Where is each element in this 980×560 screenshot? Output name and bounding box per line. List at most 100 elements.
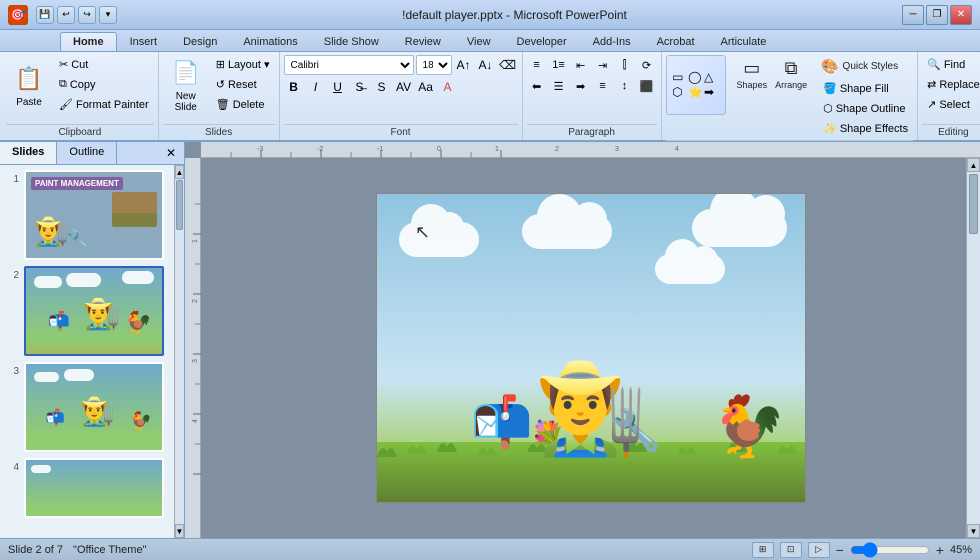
redo-btn[interactable]: ↪ bbox=[78, 6, 96, 24]
tab-acrobat[interactable]: Acrobat bbox=[644, 32, 708, 51]
tab-view[interactable]: View bbox=[454, 32, 504, 51]
bold-btn[interactable]: B bbox=[284, 77, 304, 97]
font-size-select[interactable]: 18 bbox=[416, 55, 452, 75]
vscroll-thumb[interactable] bbox=[969, 174, 978, 234]
shape-effects-button[interactable]: ✨Shape Effects bbox=[818, 119, 913, 138]
slide-num-2: 2 bbox=[5, 266, 19, 281]
customize-btn[interactable]: ▾ bbox=[99, 6, 117, 24]
undo-btn[interactable]: ↩ bbox=[57, 6, 75, 24]
new-slide-button[interactable]: 📄 New Slide bbox=[163, 55, 209, 115]
italic-btn[interactable]: I bbox=[306, 77, 326, 97]
clipboard-col: ✂Cut ⧉Copy 🖌Format Painter bbox=[54, 55, 154, 114]
tab-addins[interactable]: Add-Ins bbox=[580, 32, 644, 51]
scroll-thumb[interactable] bbox=[176, 180, 183, 230]
format-painter-button[interactable]: 🖌Format Painter bbox=[54, 95, 154, 114]
slide-thumb-4[interactable]: 4 bbox=[5, 458, 169, 518]
columns-btn[interactable]: ⫿ bbox=[615, 55, 635, 75]
quick-access-toolbar: 💾 ↩ ↪ ▾ bbox=[36, 6, 117, 24]
align-left-btn[interactable]: ⬅ bbox=[527, 76, 547, 96]
editing-col: 🔍 Find ⇄ Replace ↗ Select bbox=[922, 55, 980, 114]
underline-btn[interactable]: U bbox=[328, 77, 348, 97]
tab-slideshow[interactable]: Slide Show bbox=[311, 32, 392, 51]
tab-animations[interactable]: Animations bbox=[230, 32, 310, 51]
slide-preview-2[interactable]: 📬 👨‍🌾 🐓 bbox=[24, 266, 164, 356]
slide-thumb-1[interactable]: 1 PAINT MANAGEMENT 👨‍🌾 🔧 bbox=[5, 170, 169, 260]
status-right: ⊞ ⊡ ▷ − + 45% bbox=[752, 542, 972, 558]
scroll-down-btn[interactable]: ▼ bbox=[175, 524, 184, 538]
tab-insert[interactable]: Insert bbox=[117, 32, 171, 51]
slide-thumb-3[interactable]: 3 📬 👨‍🌾 🐓 bbox=[5, 362, 169, 452]
zoom-minus-btn[interactable]: − bbox=[836, 542, 844, 558]
arrange-button[interactable]: ⧉ Arrange bbox=[772, 55, 810, 93]
shape-fill-button[interactable]: 🪣Shape Fill bbox=[818, 79, 913, 98]
justify-btn[interactable]: ≡ bbox=[593, 76, 613, 96]
vertical-scrollbar: ▲ ▼ bbox=[966, 158, 980, 538]
paragraph-label: Paragraph bbox=[527, 124, 657, 138]
tab-design[interactable]: Design bbox=[170, 32, 230, 51]
bullets-btn[interactable]: ≡ bbox=[527, 55, 547, 75]
shapes-button[interactable]: ▭ Shapes bbox=[734, 55, 771, 93]
slide-num-3: 3 bbox=[5, 362, 19, 377]
align-right-btn[interactable]: ➡ bbox=[571, 76, 591, 96]
decrease-indent-btn[interactable]: ⇤ bbox=[571, 55, 591, 75]
normal-view-btn[interactable]: ⊞ bbox=[752, 542, 774, 558]
increase-indent-btn[interactable]: ⇥ bbox=[593, 55, 613, 75]
slides-tab[interactable]: Slides bbox=[0, 142, 57, 164]
case-btn[interactable]: Aa bbox=[416, 77, 436, 97]
shape-outline-button[interactable]: ⬡Shape Outline bbox=[818, 99, 913, 118]
cloud-2 bbox=[522, 214, 612, 249]
align-center-btn[interactable]: ☰ bbox=[549, 76, 569, 96]
save-btn[interactable]: 💾 bbox=[36, 6, 54, 24]
slide-canvas[interactable]: 📬 🔧 💐 👨‍🌾 🐓 bbox=[376, 193, 806, 503]
zoom-plus-btn[interactable]: + bbox=[936, 542, 944, 558]
close-btn[interactable]: ✕ bbox=[950, 5, 972, 25]
quick-styles-button[interactable]: 🎨 Quick Styles bbox=[818, 55, 913, 78]
replace-button[interactable]: ⇄ Replace bbox=[922, 75, 980, 94]
font-color-btn[interactable]: A bbox=[438, 77, 458, 97]
char-space-btn[interactable]: AV bbox=[394, 77, 414, 97]
slide-preview-4[interactable] bbox=[24, 458, 164, 518]
panel-close-btn[interactable]: ✕ bbox=[158, 142, 184, 164]
numbering-btn[interactable]: 1≡ bbox=[549, 55, 569, 75]
tab-review[interactable]: Review bbox=[392, 32, 454, 51]
slide-preview-3[interactable]: 📬 👨‍🌾 🐓 bbox=[24, 362, 164, 452]
tab-articulate[interactable]: Articulate bbox=[708, 32, 780, 51]
slide-sorter-btn[interactable]: ⊡ bbox=[780, 542, 802, 558]
font-group: Calibri 18 A↑ A↓ ⌫ B I U S̶ S AV Aa bbox=[280, 52, 523, 140]
tab-developer[interactable]: Developer bbox=[504, 32, 580, 51]
cut-button[interactable]: ✂Cut bbox=[54, 55, 154, 74]
line-spacing-btn[interactable]: ↕ bbox=[615, 76, 635, 96]
zoom-slider[interactable] bbox=[850, 544, 930, 556]
slides-content: 📄 New Slide ⊞Layout ▾ ↺Reset 🗑Delete bbox=[163, 55, 275, 122]
restore-btn[interactable]: ❐ bbox=[926, 5, 948, 25]
slide-preview-1[interactable]: PAINT MANAGEMENT 👨‍🌾 🔧 bbox=[24, 170, 164, 260]
delete-button[interactable]: 🗑Delete bbox=[211, 95, 275, 114]
increase-font-btn[interactable]: A↑ bbox=[454, 55, 474, 75]
shadow-btn[interactable]: S bbox=[372, 77, 392, 97]
shapes-panel[interactable]: ▭◯△ ⬡⭐➡ bbox=[666, 55, 726, 115]
slide-thumb-2[interactable]: 2 📬 👨‍🌾 🐓 bbox=[5, 266, 169, 356]
clear-format-btn[interactable]: ⌫ bbox=[498, 55, 518, 75]
smart-art-btn[interactable]: ⬛ bbox=[637, 76, 657, 96]
font-family-select[interactable]: Calibri bbox=[284, 55, 414, 75]
copy-button[interactable]: ⧉Copy bbox=[54, 75, 154, 94]
reset-button[interactable]: ↺Reset bbox=[211, 75, 275, 94]
minimize-btn[interactable]: ─ bbox=[902, 5, 924, 25]
tab-home[interactable]: Home bbox=[60, 32, 117, 51]
decrease-font-btn[interactable]: A↓ bbox=[476, 55, 496, 75]
find-button[interactable]: 🔍 Find bbox=[922, 55, 980, 74]
strikethrough-btn[interactable]: S̶ bbox=[350, 77, 370, 97]
para-row-1: ≡ 1≡ ⇤ ⇥ ⫿ ⟳ bbox=[527, 55, 657, 75]
slideshow-btn[interactable]: ▷ bbox=[808, 542, 830, 558]
slide-num-4: 4 bbox=[5, 458, 19, 473]
ruler-top: -3 -2 -1 0 1 2 3 4 bbox=[201, 142, 980, 158]
outline-tab[interactable]: Outline bbox=[57, 142, 117, 164]
new-slide-icon: 📄 bbox=[170, 57, 202, 89]
layout-button[interactable]: ⊞Layout ▾ bbox=[211, 55, 275, 74]
vscroll-down-btn[interactable]: ▼ bbox=[967, 524, 980, 538]
scroll-up-btn[interactable]: ▲ bbox=[175, 165, 184, 179]
select-button[interactable]: ↗ Select bbox=[922, 95, 980, 114]
text-direction-btn[interactable]: ⟳ bbox=[637, 55, 657, 75]
vscroll-up-btn[interactable]: ▲ bbox=[967, 158, 980, 172]
paste-button[interactable]: 📋 Paste bbox=[6, 55, 52, 115]
